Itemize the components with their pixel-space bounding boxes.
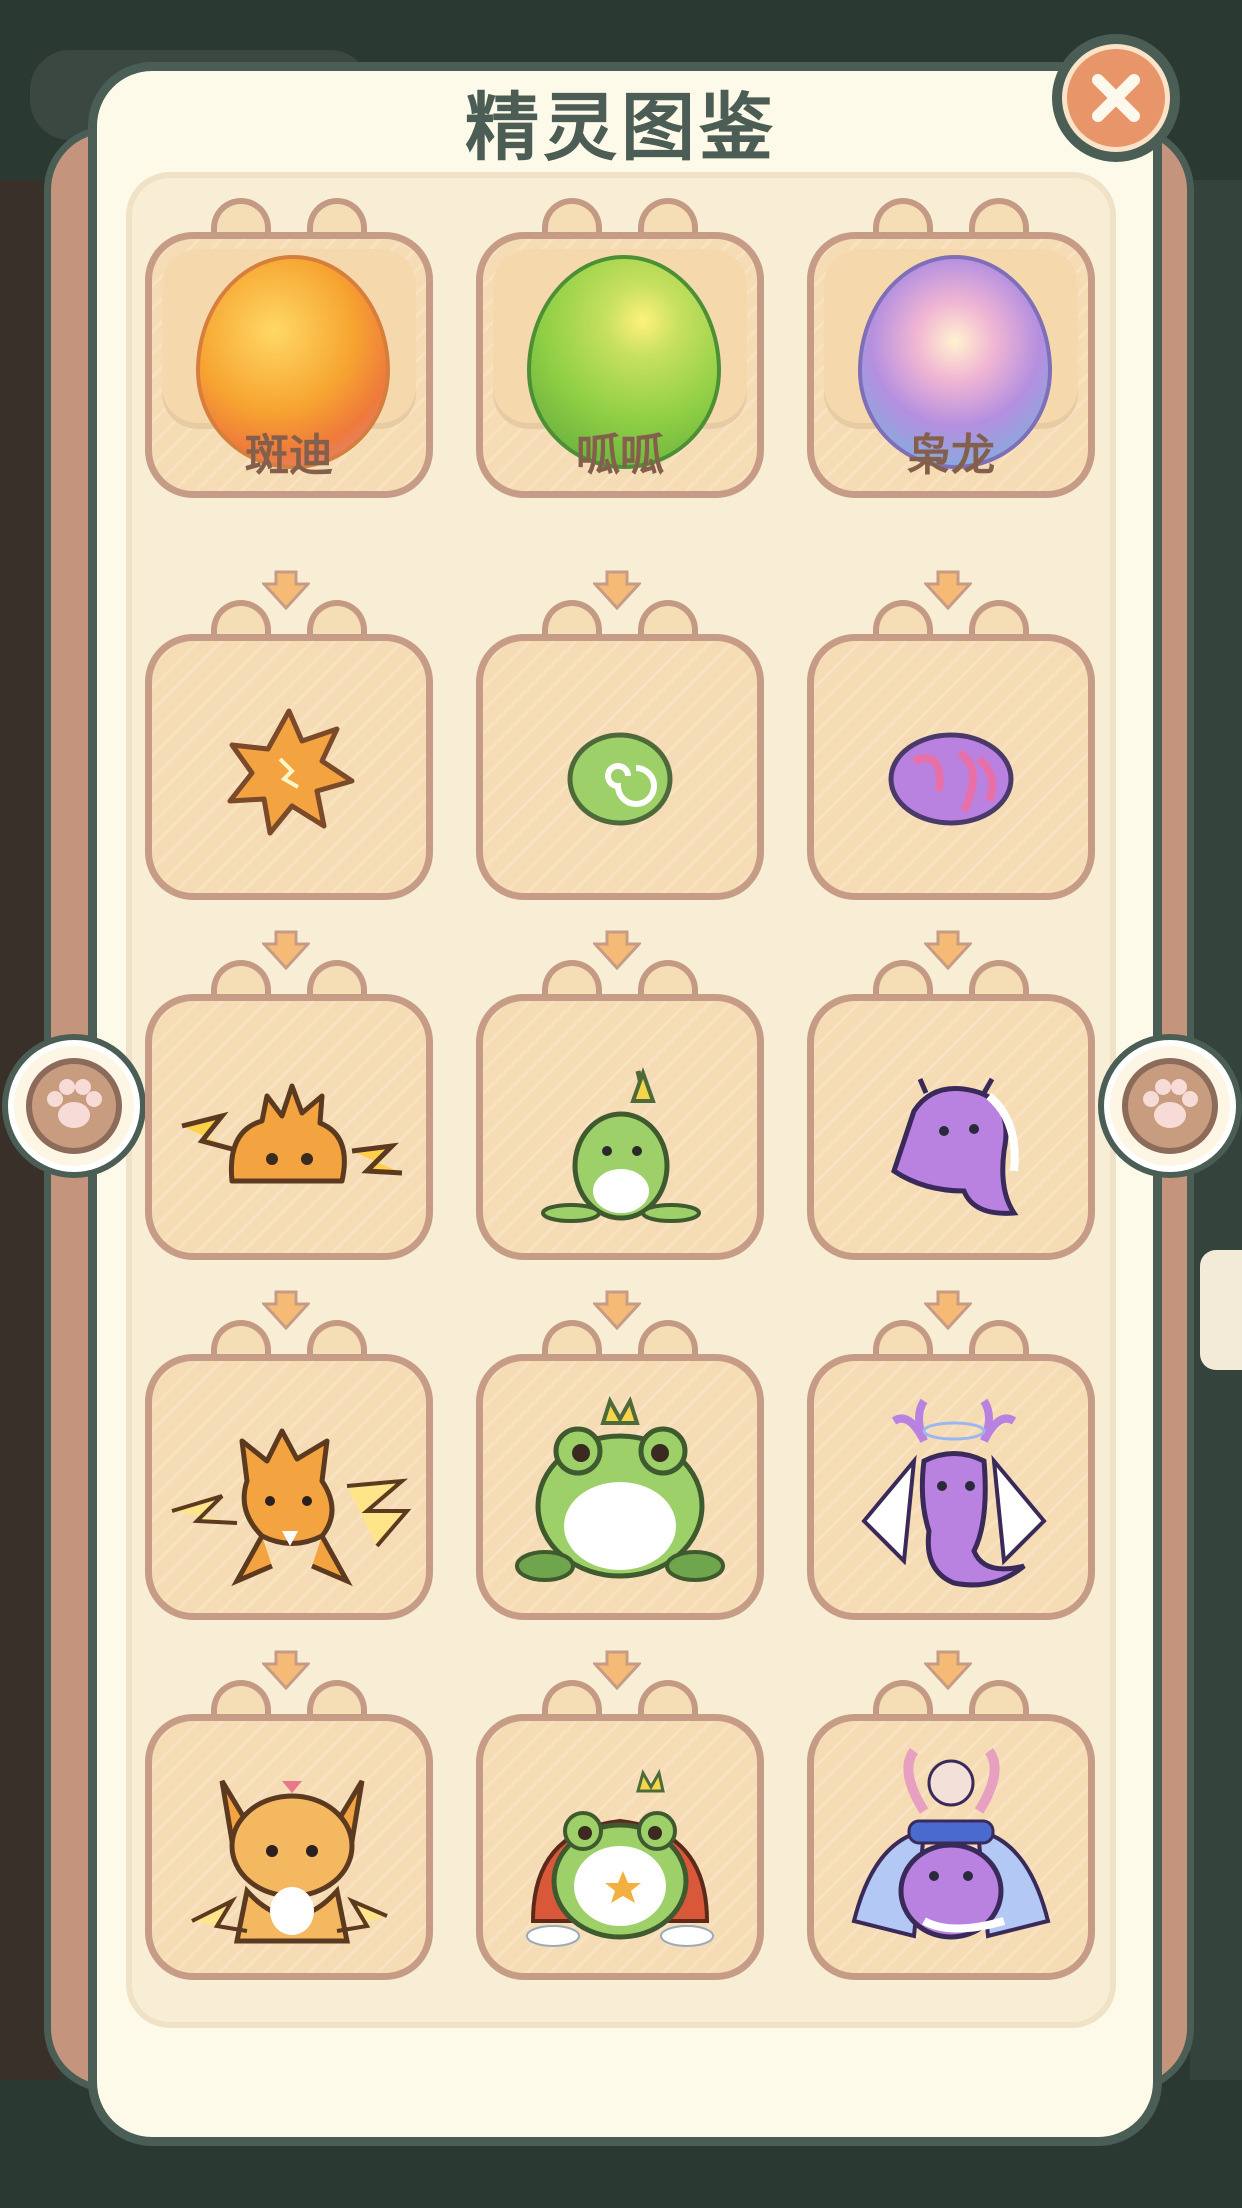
creature-slot[interactable]: [807, 960, 1095, 1260]
egg-name: 斑迪: [245, 430, 333, 481]
egg-slot-mystic[interactable]: 枭龙: [807, 198, 1095, 498]
creature-slot[interactable]: [476, 1320, 764, 1620]
creature-card: [145, 1354, 433, 1620]
spiky-blob-icon: [181, 1083, 403, 1184]
dragon-queen-icon: [851, 1748, 1051, 1940]
egg-card: 斑迪: [145, 232, 433, 498]
green-sprout-icon: [541, 1067, 701, 1223]
creature-slot[interactable]: [476, 600, 764, 900]
egg-slot-grass[interactable]: 呱呱: [476, 198, 764, 498]
creature-card: [476, 1354, 764, 1620]
purple-ghost-icon: [891, 1077, 1019, 1216]
electric-fox-icon: [191, 1779, 388, 1944]
creature-slot[interactable]: [807, 600, 1095, 900]
creature-card: [807, 994, 1095, 1260]
creature-card: [807, 1714, 1095, 1980]
spiky-ball-icon: [227, 708, 355, 836]
side-tab: [1200, 1250, 1242, 1370]
purple-ball-icon: [888, 732, 1014, 826]
egg-name: 呱呱: [576, 430, 664, 481]
creature-card: [476, 1714, 764, 1980]
egg-card: 枭龙: [807, 232, 1095, 498]
paw-icon: [47, 1079, 102, 1128]
creature-card: [145, 994, 433, 1260]
creature-card: [145, 634, 433, 900]
creature-card: [807, 1354, 1095, 1620]
creature-slot[interactable]: [476, 960, 764, 1260]
royal-frog-king-icon: [526, 1768, 714, 1947]
crowned-frog-icon: [515, 1395, 725, 1582]
creature-slot[interactable]: [145, 600, 433, 900]
egg-name: 枭龙: [907, 430, 995, 481]
creature-slot[interactable]: [145, 1320, 433, 1620]
close-icon: [1092, 74, 1140, 122]
creature-slot[interactable]: [476, 1680, 764, 1980]
previous-page-button[interactable]: [8, 1040, 140, 1172]
creature-slot[interactable]: [145, 1680, 433, 1980]
creature-slot[interactable]: [145, 960, 433, 1260]
creature-card: [476, 994, 764, 1260]
next-page-button[interactable]: [1104, 1040, 1236, 1172]
creature-slot[interactable]: [807, 1320, 1095, 1620]
electric-cub-icon: [171, 1428, 412, 1587]
horned-fairy-icon: [861, 1398, 1047, 1588]
creature-card: [807, 634, 1095, 900]
creature-card: [476, 634, 764, 900]
green-swirl-ball-icon: [567, 732, 673, 826]
creature-card: [145, 1714, 433, 1980]
close-button[interactable]: [1052, 34, 1180, 162]
paw-icon: [1143, 1079, 1198, 1128]
creature-slot[interactable]: [807, 1680, 1095, 1980]
egg-slot-electric[interactable]: 斑迪: [145, 198, 433, 498]
egg-card: 呱呱: [476, 232, 764, 498]
